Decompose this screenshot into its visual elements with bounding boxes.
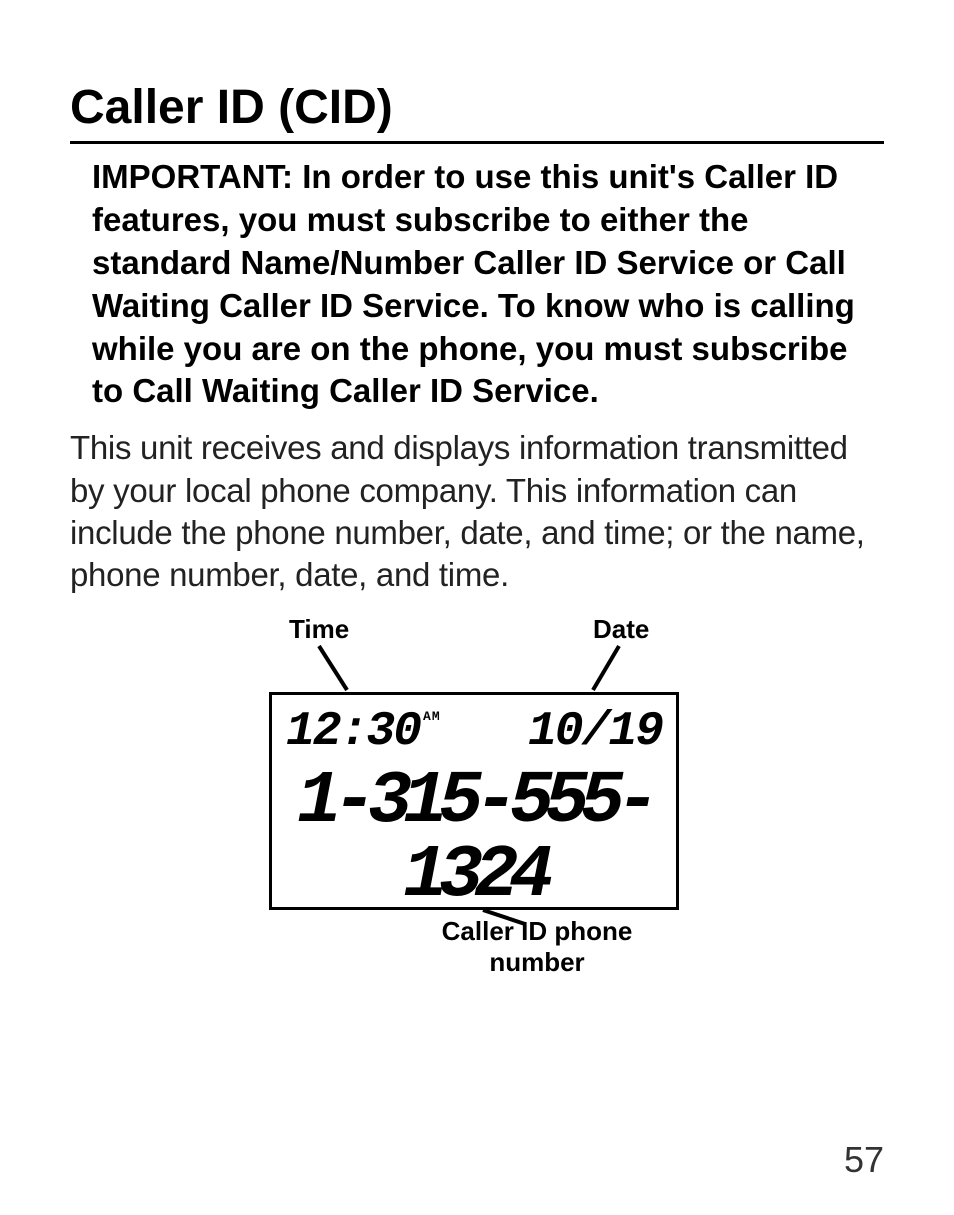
- lcd-phone-number: 1-315-555-1324: [272, 765, 676, 913]
- lcd-ampm: AM: [423, 709, 441, 724]
- body-paragraph: This unit receives and displays informat…: [70, 427, 884, 596]
- lcd-time: 12:30 AM: [286, 705, 441, 759]
- important-notice: IMPORTANT: In order to use this unit's C…: [92, 156, 884, 413]
- page-number: 57: [844, 1139, 884, 1181]
- label-phone-number: Caller ID phone number: [427, 916, 647, 978]
- lcd-time-value: 12:30: [286, 705, 420, 759]
- lcd-date: 10/19: [528, 705, 662, 759]
- document-page: Caller ID (CID) IMPORTANT: In order to u…: [0, 0, 954, 1215]
- diagram-container: Time Date 12:30 AM 10/19 1-315-555-1324 …: [70, 614, 884, 989]
- page-title: Caller ID (CID): [70, 80, 884, 144]
- lcd-display: 12:30 AM 10/19 1-315-555-1324: [269, 692, 679, 910]
